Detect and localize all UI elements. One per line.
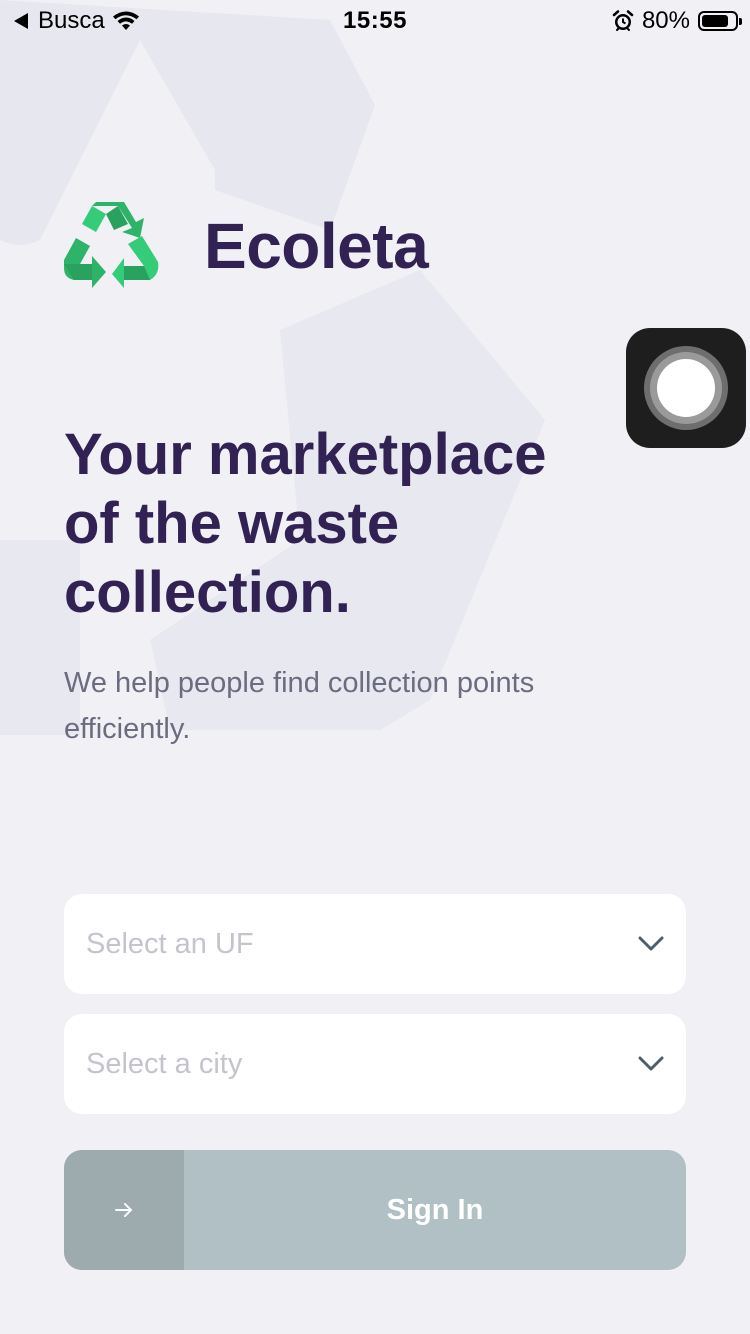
chevron-down-icon[interactable] (638, 1056, 664, 1072)
headline-line-3: collection. (64, 560, 351, 625)
battery-fill (702, 15, 728, 27)
headline-line-1: Your marketplace (64, 422, 547, 487)
sign-in-label: Sign In (386, 1193, 484, 1226)
alarm-clock-icon (612, 10, 634, 31)
sign-in-icon-box[interactable] (64, 1150, 184, 1270)
recycle-icon (64, 202, 159, 288)
headline-line-2: of the waste (64, 491, 400, 556)
battery-icon (698, 11, 742, 31)
screen: Busca 15:55 80% Ecoleta Your marketplace… (0, 0, 750, 1334)
page-subtitle: We help people find collection points ef… (64, 660, 604, 752)
assistive-touch-icon (644, 346, 728, 430)
city-select-placeholder: Select a city (86, 1047, 243, 1080)
app-name: Ecoleta (204, 210, 429, 282)
assistive-touch-button[interactable] (626, 328, 746, 448)
page-title: Your marketplace of the waste collection… (64, 420, 624, 627)
uf-select-placeholder: Select an UF (86, 927, 254, 960)
city-select[interactable]: Select a city (64, 1014, 686, 1114)
sign-in-button[interactable]: Sign In (64, 1150, 686, 1270)
battery-percent: 80% (641, 7, 690, 34)
assistive-touch-ring (650, 352, 722, 424)
battery-tip (739, 18, 742, 25)
status-right: 80% (612, 7, 742, 35)
status-bar: Busca 15:55 80% (0, 0, 750, 40)
assistive-touch-dot (657, 359, 715, 417)
subtitle-line-2: efficiently. (64, 713, 191, 745)
arrow-right-icon (115, 1203, 132, 1217)
chevron-down-icon[interactable] (638, 936, 664, 952)
uf-select[interactable]: Select an UF (64, 894, 686, 994)
subtitle-line-1: We help people find collection points (64, 667, 535, 699)
logo: Ecoleta (62, 200, 429, 292)
